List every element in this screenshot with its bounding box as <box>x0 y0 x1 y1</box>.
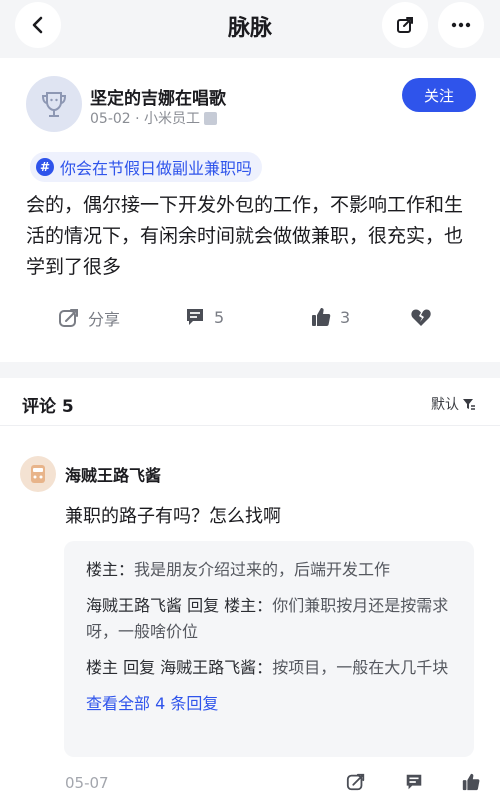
reply-item: 楼主 回复 海贼王路飞酱：按项目，一般在大几千块 <box>86 655 452 681</box>
cartoon-avatar-icon <box>31 465 45 483</box>
post-body: 会的，偶尔接一下开发外包的工作，不影响工作和生活的情况下，有闲余时间就会做做兼职… <box>26 194 464 278</box>
avatar[interactable] <box>26 76 82 132</box>
verified-icon <box>204 111 218 125</box>
post-card: 坚定的吉娜在唱歌 05-02 · 小米员工 关注 # 你会在节假日做副业兼职吗 … <box>0 58 500 362</box>
post-actions: 分享 5 3 <box>0 306 500 336</box>
comment-text: 兼职的路子有吗？怎么找啊 <box>65 506 281 527</box>
dislike-action[interactable] <box>410 306 432 328</box>
reply-author: 楼主： <box>86 560 135 579</box>
comments-title: 评论 5 <box>22 397 74 417</box>
comment-avatar[interactable] <box>20 456 56 492</box>
more-icon <box>451 22 471 28</box>
reply-item: 海贼王路飞酱 回复 楼主：你们兼职按月还是按需求呀，一般啥价位 <box>86 593 452 645</box>
share-action[interactable]: 分享 <box>58 306 120 330</box>
comments-section: 评论 5 默认 海贼王路飞酱 兼职的路子有吗？怎么找啊 楼主：我是朋友介绍过来的… <box>0 378 500 801</box>
topic-tag[interactable]: # 你会在节假日做副业兼职吗 <box>30 152 263 182</box>
replies-box[interactable]: 楼主：我是朋友介绍过来的，后端开发工作 海贼王路飞酱 回复 楼主：你们兼职按月还… <box>64 541 474 757</box>
comment-date: 05-07 <box>65 774 109 792</box>
comment-share-button[interactable] <box>346 772 366 796</box>
top-bar: 脉脉 <box>0 0 500 50</box>
share-label: 分享 <box>88 310 121 329</box>
share-button[interactable] <box>382 2 428 48</box>
like-count: 3 <box>340 307 351 327</box>
share-arrow-icon <box>59 309 78 327</box>
reply-item: 楼主：我是朋友介绍过来的，后端开发工作 <box>86 557 452 583</box>
comment-icon <box>187 309 203 325</box>
like-action[interactable]: 3 <box>310 306 350 328</box>
author-meta: 05-02 · 小米员工 <box>90 108 218 128</box>
comment-action[interactable]: 5 <box>184 306 224 328</box>
post-meta-text: 05-02 · 小米员工 <box>90 111 201 127</box>
thumbs-up-icon <box>312 308 331 326</box>
sort-dropdown[interactable]: 默认 <box>431 394 476 414</box>
comment-reply-button[interactable] <box>404 772 424 796</box>
comment-count: 5 <box>214 307 225 327</box>
topic-label: 你会在节假日做副业兼职吗 <box>60 159 253 178</box>
broken-heart-icon <box>411 309 431 326</box>
trophy-icon <box>41 92 67 117</box>
comment-like-button[interactable] <box>461 772 481 796</box>
share-arrow-icon <box>346 773 365 791</box>
comment-icon <box>406 774 422 790</box>
follow-button[interactable]: 关注 <box>402 78 476 112</box>
hashtag-icon: # <box>36 158 54 176</box>
reply-author: 楼主 回复 海贼王路飞酱： <box>86 658 273 677</box>
more-button[interactable] <box>438 2 484 48</box>
reply-text: 我是朋友介绍过来的，后端开发工作 <box>134 560 391 579</box>
sort-label: 默认 <box>431 397 459 413</box>
thumbs-up-icon <box>462 773 480 791</box>
filter-icon <box>463 399 475 410</box>
view-all-replies-link[interactable]: 查看全部 4 条回复 <box>86 691 452 717</box>
comment-author[interactable]: 海贼王路飞酱 <box>65 462 161 486</box>
reply-author: 海贼王路飞酱 回复 楼主： <box>86 596 273 615</box>
share-icon <box>397 17 413 33</box>
comments-header: 评论 5 默认 <box>0 378 500 426</box>
author-name[interactable]: 坚定的吉娜在唱歌 <box>90 84 226 109</box>
reply-text: 按项目，一般在大几千块 <box>272 658 449 677</box>
